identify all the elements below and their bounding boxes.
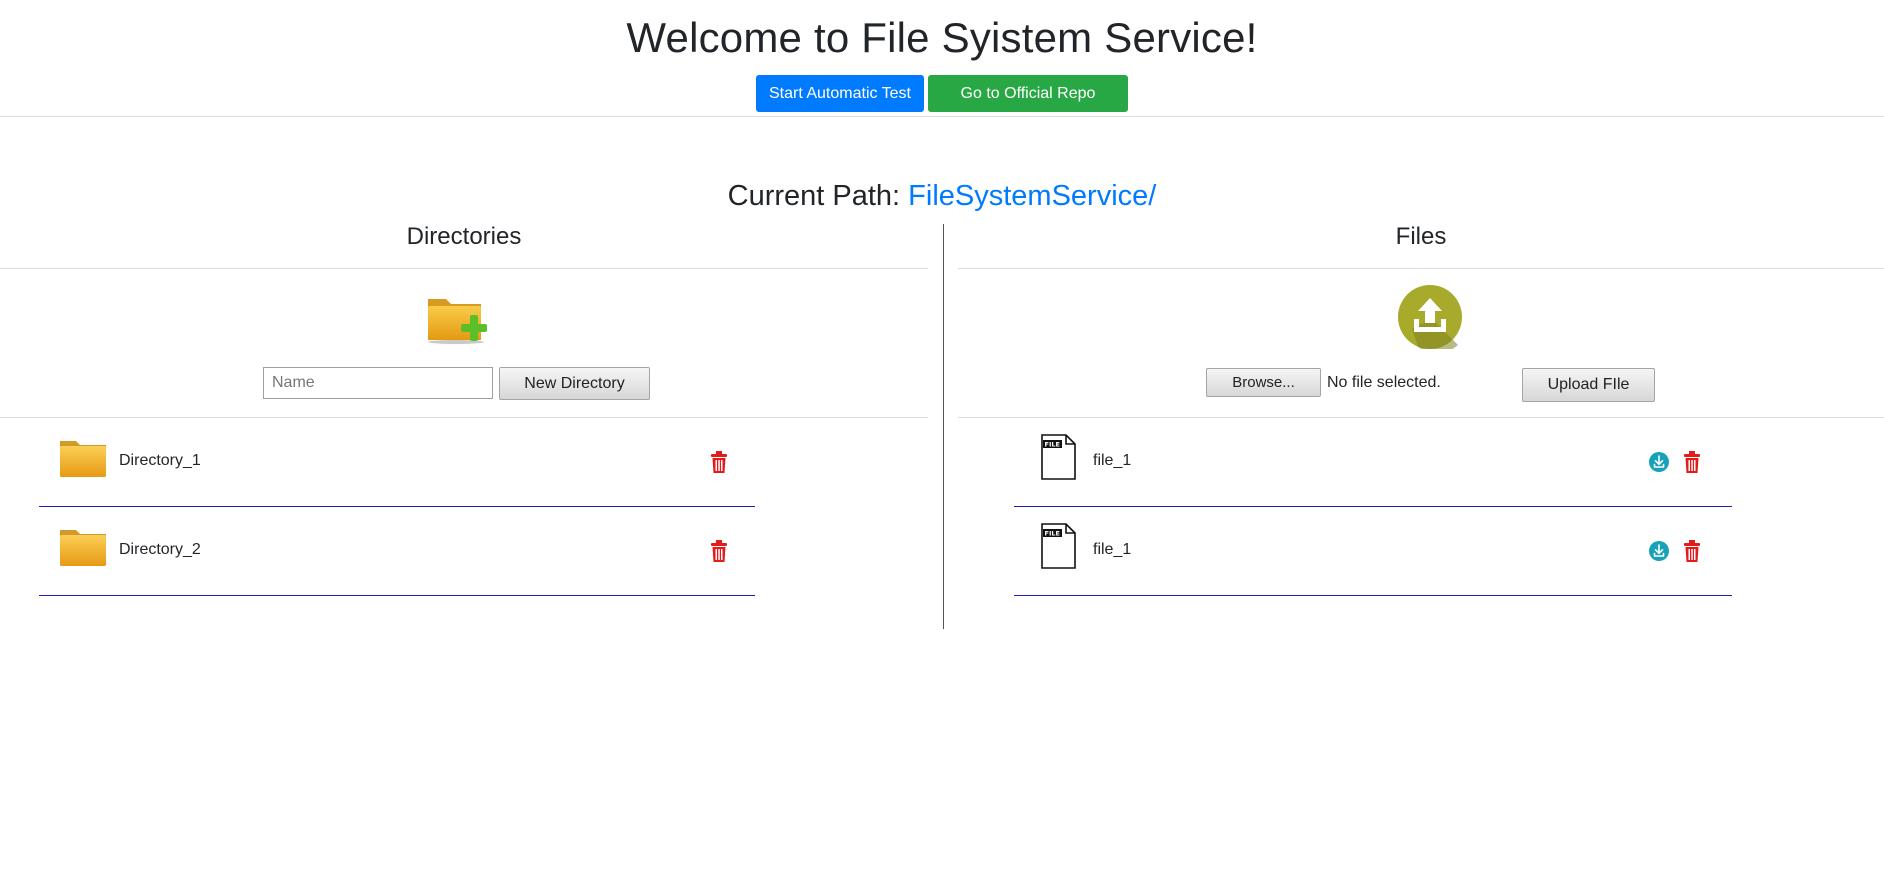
files-panel: Files Browse... No file selected. Upload…: [958, 222, 1884, 596]
trash-icon[interactable]: [711, 451, 727, 473]
file-name[interactable]: file_1: [1093, 540, 1131, 560]
new-directory-zone: New Directory: [0, 269, 928, 418]
official-repo-button[interactable]: Go to Official Repo (GIT): [928, 75, 1128, 137]
upload-file-button[interactable]: Upload FIle: [1522, 368, 1655, 402]
trash-icon[interactable]: [1684, 451, 1700, 473]
file-name[interactable]: file_1: [1093, 451, 1131, 471]
folder-icon: [60, 530, 106, 566]
new-directory-button[interactable]: New Directory: [499, 367, 650, 400]
list-item[interactable]: FILE file_1: [1014, 418, 1732, 507]
directory-name[interactable]: Directory_1: [119, 451, 201, 471]
list-item[interactable]: FILE file_1: [1014, 507, 1732, 596]
directory-list: Directory_1 Directory_2: [39, 418, 755, 596]
header-actions: Start Automatic Test Go to Official Repo…: [0, 75, 1884, 137]
current-path: Current Path: FileSystemService/: [0, 177, 1884, 215]
folder-icon: [60, 441, 106, 477]
svg-text:FILE: FILE: [1045, 441, 1060, 449]
directories-panel: Directories New Directory: [0, 222, 928, 596]
current-path-link[interactable]: FileSystemService/: [908, 180, 1156, 212]
list-item[interactable]: Directory_1: [39, 418, 755, 507]
svg-text:FILE: FILE: [1045, 530, 1060, 538]
upload-zone: Browse... No file selected. Upload FIle: [958, 269, 1884, 418]
panel-divider: [943, 224, 944, 629]
page-title: Welcome to File Syistem Service!: [626, 14, 1258, 61]
list-item[interactable]: Directory_2: [39, 507, 755, 596]
download-icon[interactable]: [1649, 541, 1669, 561]
directories-title: Directories: [0, 222, 928, 269]
folder-plus-icon: [428, 299, 487, 344]
start-automatic-test-button[interactable]: Start Automatic Test: [756, 75, 924, 112]
no-file-selected-text: No file selected.: [1327, 374, 1441, 391]
directory-name-input[interactable]: [263, 367, 493, 399]
trash-icon[interactable]: [1684, 540, 1700, 562]
files-title: Files: [958, 222, 1884, 269]
upload-icon[interactable]: [1398, 285, 1462, 349]
download-icon[interactable]: [1649, 452, 1669, 472]
current-path-label: Current Path:: [727, 180, 909, 212]
trash-icon[interactable]: [711, 540, 727, 562]
file-icon: FILE: [1041, 434, 1076, 480]
directory-name[interactable]: Directory_2: [119, 540, 201, 560]
file-icon: FILE: [1041, 523, 1076, 569]
file-list: FILE file_1 FILE file_1: [1014, 418, 1732, 596]
page-header: Welcome to File Syistem Service! Start A…: [0, 0, 1884, 137]
browse-button[interactable]: Browse...: [1206, 368, 1321, 397]
